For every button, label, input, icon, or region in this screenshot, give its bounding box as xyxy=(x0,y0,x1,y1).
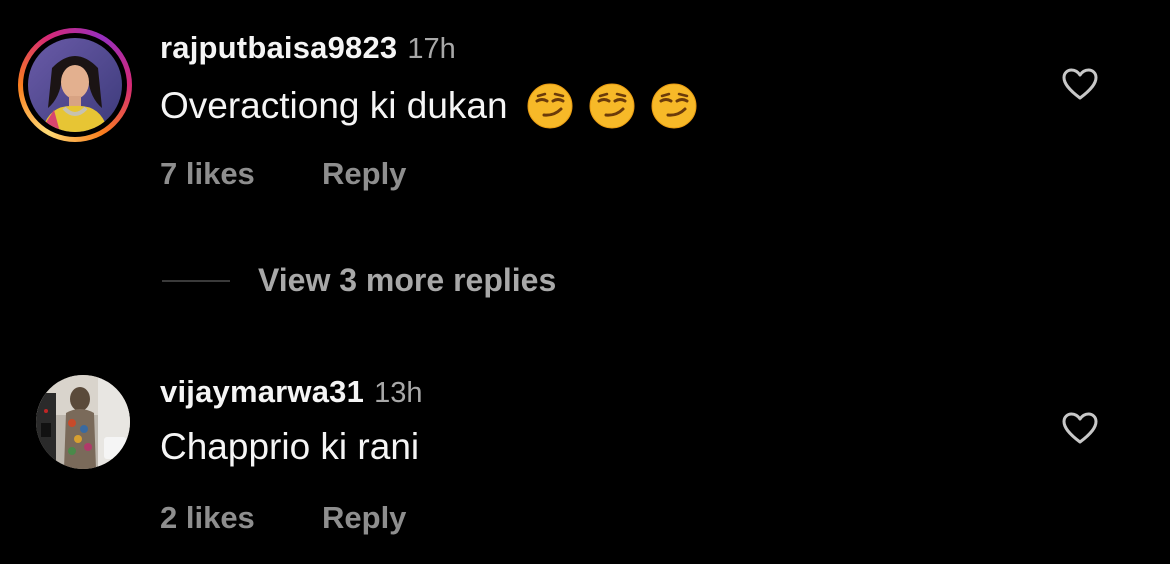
smirking-face-icon xyxy=(650,82,698,130)
username[interactable]: rajputbaisa9823 xyxy=(160,30,397,65)
comment-body: Overactiong ki dukan xyxy=(160,85,508,126)
view-more-replies[interactable]: View 3 more replies xyxy=(162,262,556,299)
heart-icon[interactable] xyxy=(1060,64,1100,104)
likes-count[interactable]: 2 likes xyxy=(160,500,255,535)
comment-actions: 2 likes Reply xyxy=(160,500,406,536)
comment-text: Overactiong ki dukan xyxy=(160,82,698,130)
emoji-group xyxy=(526,82,698,130)
reply-button[interactable]: Reply xyxy=(322,156,406,192)
smirking-face-icon xyxy=(526,82,574,130)
timestamp: 13h xyxy=(374,377,423,409)
comment-header: vijaymarwa31 13h xyxy=(160,374,422,410)
avatar[interactable] xyxy=(28,38,122,132)
divider-line xyxy=(162,279,230,282)
comment-header: rajputbaisa9823 17h xyxy=(160,30,456,66)
comment-item: vijaymarwa31 13h Chapprio ki rani 2 likes… xyxy=(0,360,1170,564)
story-ring[interactable] xyxy=(18,28,132,142)
reply-button[interactable]: Reply xyxy=(322,500,406,536)
smirking-face-icon xyxy=(588,82,636,130)
username[interactable]: vijaymarwa31 xyxy=(160,374,364,409)
comment-item: rajputbaisa9823 17h Overactiong ki dukan xyxy=(0,0,1170,230)
timestamp: 17h xyxy=(407,33,456,65)
comment-text: Chapprio ki rani xyxy=(160,426,419,468)
likes-count[interactable]: 7 likes xyxy=(160,156,255,191)
comment-body: Chapprio ki rani xyxy=(160,426,420,467)
heart-icon[interactable] xyxy=(1060,408,1100,448)
view-replies-label[interactable]: View 3 more replies xyxy=(258,262,556,299)
comment-actions: 7 likes Reply xyxy=(160,156,406,192)
